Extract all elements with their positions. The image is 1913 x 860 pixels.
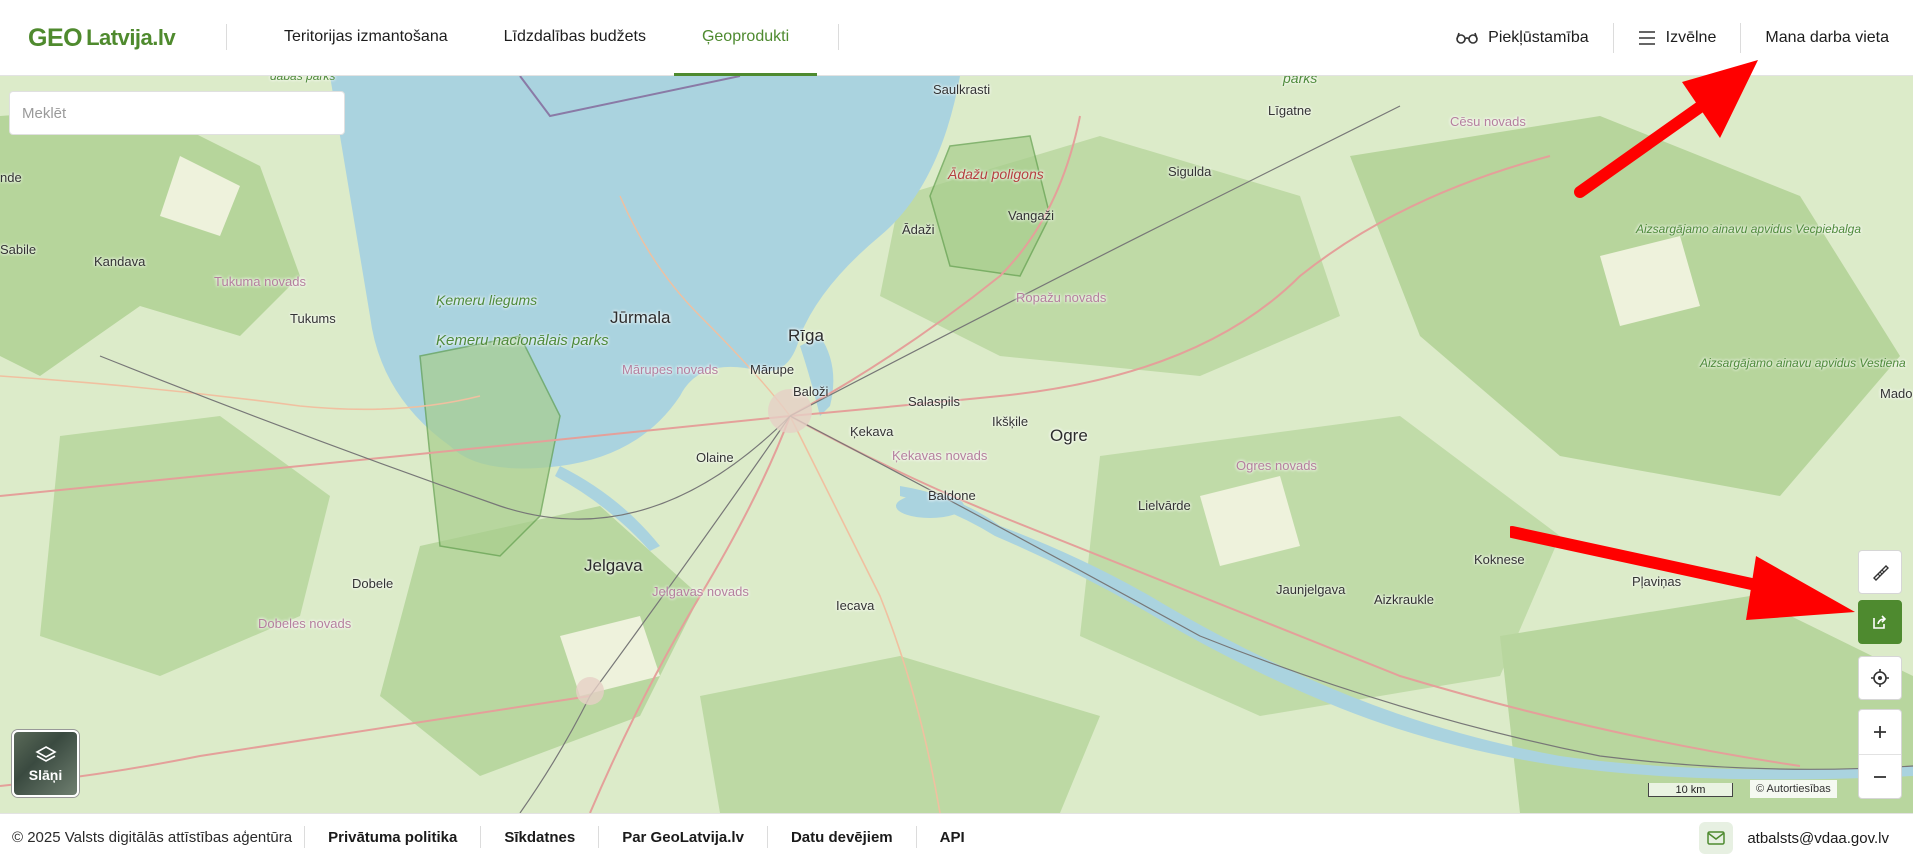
minus-icon (1874, 775, 1886, 778)
map-label: Ikšķile (992, 414, 1029, 429)
scale-bar: 10 km (1648, 783, 1733, 797)
map-label: Ādaži (902, 222, 935, 237)
map-label: Ķekava (850, 424, 894, 439)
main-nav: Teritorijas izmantošana Līdzdalības budž… (256, 0, 818, 76)
annotation-arrow-icon (1574, 60, 1758, 198)
map-label: Jelgavas novads (652, 584, 749, 599)
map-label: Līgatne (1268, 103, 1312, 118)
map-label: Aizsargājamo ainavu apvidus Vecpiebalga (1636, 222, 1861, 236)
workspace-label: Mana darba vieta (1765, 29, 1889, 46)
map-label: Mado (1880, 386, 1913, 401)
map-label: Sabile (0, 242, 37, 257)
accessibility-button[interactable]: Piekļūstamība (1432, 23, 1613, 53)
map-label: Baldone (928, 488, 976, 503)
mail-icon (1699, 822, 1734, 854)
layers-button[interactable]: Slāņi (12, 730, 79, 797)
support-email: atbalsts@vdaa.gov.lv (1747, 829, 1889, 847)
ruler-icon (1873, 565, 1889, 581)
workspace-button[interactable]: Mana darba vieta (1740, 23, 1913, 53)
map-label: Tukuma novads (214, 274, 307, 289)
locate-button[interactable] (1858, 656, 1902, 700)
map-label: Mārupes novads (622, 362, 719, 377)
logo[interactable]: GEO Latvija.lv (28, 18, 176, 58)
share-icon (1873, 615, 1887, 629)
map-label: Rīga (788, 326, 824, 345)
map-label: Ropažu novads (1016, 290, 1107, 305)
map-label: Tukums (290, 311, 336, 326)
map-label: Ķekavas novads (892, 448, 988, 463)
measure-button[interactable] (1858, 550, 1902, 594)
header-divider (838, 24, 839, 50)
footer-link-data-providers[interactable]: Datu devējiem (766, 826, 916, 848)
support-email-link[interactable]: atbalsts@vdaa.gov.lv (1699, 822, 1889, 854)
footer-link-cookies[interactable]: Sīkdatnes (480, 826, 598, 848)
layers-label: Slāņi (28, 766, 63, 783)
map-label: Kandava (94, 254, 146, 269)
map-label: Ķemeru liegums (436, 292, 538, 308)
nav-teritorijas[interactable]: Teritorijas izmantošana (256, 0, 476, 76)
copyright-text: © 2025 Valsts digitālās attīstības aģent… (12, 828, 293, 846)
crosshair-icon (1871, 669, 1889, 687)
map-label: Saulkrasti (933, 82, 991, 97)
map-label: Ogres novads (1236, 458, 1317, 473)
map-label: Salaspils (908, 394, 961, 409)
map-label: Aizkraukle (1374, 592, 1434, 607)
accessibility-label: Piekļūstamība (1488, 29, 1589, 46)
map-label: Baloži (793, 384, 829, 399)
map-label: Dobeles novads (258, 616, 352, 631)
map-label: Mārupe (750, 362, 795, 377)
map-label: Jūrmala (610, 308, 671, 327)
map-label: Ķemeru nacionālais parks (436, 332, 609, 349)
zoom-in-button[interactable] (1859, 710, 1901, 754)
plus-icon (1874, 726, 1886, 738)
layers-icon (34, 745, 57, 762)
map-label: Iecava (836, 598, 875, 613)
footer-link-api[interactable]: API (915, 826, 988, 848)
map-label: Ogre (1050, 426, 1088, 445)
footer-link-about[interactable]: Par GeoLatvija.lv (598, 826, 767, 848)
map-label: Lielvārde (1138, 498, 1191, 513)
header-divider (226, 24, 227, 50)
menu-label: Izvēlne (1665, 29, 1717, 46)
map-label: parks (1283, 76, 1318, 86)
map-label: Dobele (352, 576, 394, 591)
logo-geo: GEO (28, 23, 83, 52)
map-label: Cēsu novads (1450, 114, 1526, 129)
footer-link-privacy[interactable]: Privātuma politika (304, 826, 480, 848)
map-label: Ādažu poligons (948, 166, 1044, 182)
map-label: nde (0, 170, 22, 185)
logo-text: Latvija.lv (86, 25, 176, 50)
zoom-control (1858, 709, 1902, 799)
footer: © 2025 Valsts digitālās attīstības aģent… (0, 813, 1913, 860)
nav-lidzdalibas[interactable]: Līdzdalības budžets (476, 0, 674, 76)
zoom-out-button[interactable] (1859, 754, 1901, 798)
map-label: Sigulda (1168, 164, 1212, 179)
nav-geoprodukti[interactable]: Ģeoprodukti (673, 0, 818, 76)
map-label: Aizsargājamo ainavu apvidus Vestiena (1700, 356, 1906, 370)
map-label: Jelgava (584, 556, 643, 575)
search-box[interactable] (9, 91, 345, 135)
map-label: Vangaži (1008, 208, 1055, 223)
attribution-link[interactable]: © Autortiesības (1750, 780, 1837, 798)
hamburger-icon (1638, 31, 1655, 45)
menu-button[interactable]: Izvēlne (1612, 23, 1741, 53)
search-input[interactable] (22, 104, 332, 122)
map-label: Olaine (696, 450, 734, 465)
annotation-arrow-icon (1510, 526, 1855, 620)
share-button[interactable] (1858, 600, 1902, 644)
map-label: dabas parks (270, 76, 336, 83)
map-label: Jaunjelgava (1276, 582, 1346, 597)
glasses-icon (1456, 32, 1478, 44)
